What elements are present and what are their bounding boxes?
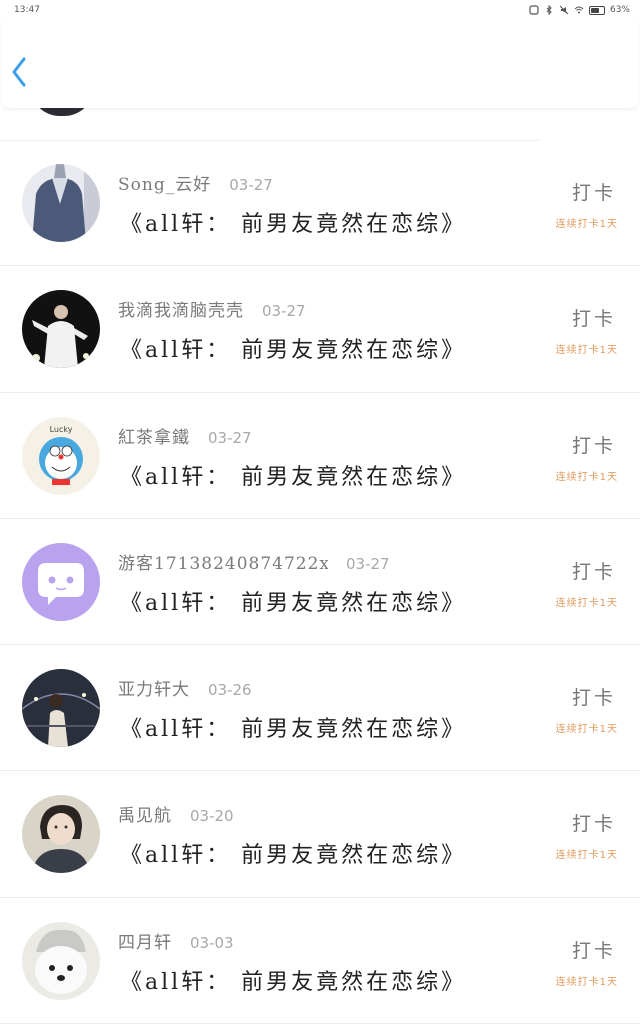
date: 03-20: [190, 807, 234, 826]
chevron-left-icon: [12, 57, 26, 87]
avatar[interactable]: [22, 795, 100, 874]
back-button[interactable]: [6, 52, 32, 92]
item-meta: Song_云好 03-27: [118, 170, 273, 195]
streak-label: 连续打卡1天: [555, 976, 618, 988]
username[interactable]: 游客17138240874722x…: [118, 549, 328, 574]
wifi-icon: [574, 6, 584, 14]
status-bar: 13:47 63%: [0, 0, 640, 20]
book-title[interactable]: 《all轩： 前男友竟然在恋综》: [120, 332, 466, 364]
streak-label: 连续打卡1天: [555, 219, 618, 230]
avatar[interactable]: [22, 542, 100, 621]
item-meta: 禹见航 03-20: [118, 801, 234, 826]
battery-percent: 63%: [609, 5, 630, 15]
list-item[interactable]: 游客17138240874722x… 03-27 《all轩： 前男友竟然在恋综…: [0, 519, 640, 646]
streak-label: 连续打卡1天: [555, 471, 618, 483]
mute-icon: [559, 5, 569, 15]
item-meta: 紅茶拿鐵 03-27: [118, 423, 252, 448]
top-nav-bar: [2, 20, 638, 108]
checkin-button[interactable]: 打卡: [572, 304, 616, 331]
username[interactable]: 亚力轩大: [118, 675, 190, 700]
book-title[interactable]: 《all轩： 前男友竟然在恋综》: [120, 585, 466, 617]
checkin-button[interactable]: 打卡: [572, 936, 616, 963]
checkin-button[interactable]: 打卡: [572, 809, 616, 836]
streak-label: 连续打卡1天: [555, 345, 618, 357]
streak-label: 连续打卡1天: [555, 597, 618, 609]
bluetooth-icon: [546, 5, 552, 15]
list-item[interactable]: Lucky 紅茶拿鐵 03-27 《all轩： 前男友竟然在恋综》 打卡 连续打…: [0, 393, 640, 519]
streak-label: 连续打卡1天: [555, 724, 618, 736]
avatar[interactable]: [22, 921, 100, 1000]
list-item[interactable]: Song_云好 03-27 《all轩： 前男友竟然在恋综》 打卡 连续打卡1天: [0, 140, 640, 267]
checkin-button[interactable]: 打卡: [572, 683, 616, 710]
date: 03-27: [346, 554, 390, 573]
avatar-text: Lucky: [50, 425, 73, 434]
item-meta: 游客17138240874722x… 03-27: [118, 549, 390, 574]
item-meta: 我滴我滴脑壳壳 03-27: [118, 296, 306, 321]
list-item[interactable]: 禹见航 03-20 《all轩： 前男友竟然在恋综》 打卡 连续打卡1天: [0, 771, 640, 898]
date: 03-26: [208, 681, 252, 700]
book-title[interactable]: 《all轩： 前男友竟然在恋综》: [120, 837, 466, 869]
date: 03-27: [229, 176, 273, 194]
nfc-icon: [529, 5, 539, 15]
username[interactable]: 我滴我滴脑壳壳: [118, 296, 244, 321]
book-title[interactable]: 《all轩： 前男友竟然在恋综》: [120, 206, 466, 238]
battery-icon: [588, 5, 605, 15]
username[interactable]: Song_云好: [118, 170, 211, 195]
book-title[interactable]: 《all轩： 前男友竟然在恋综》: [120, 711, 466, 743]
avatar[interactable]: Lucky: [22, 416, 100, 495]
status-icons: 63%: [529, 5, 630, 15]
checkin-button[interactable]: 打卡: [572, 431, 616, 458]
book-title[interactable]: 《all轩： 前男友竟然在恋综》: [120, 459, 466, 491]
username[interactable]: 四月轩: [118, 928, 172, 953]
avatar[interactable]: [22, 164, 100, 242]
date: 03-27: [208, 428, 252, 447]
status-time: 13:47: [14, 5, 40, 15]
list-item[interactable]: 四月轩 03-03 《all轩： 前男友竟然在恋综》 打卡 连续打卡1天: [0, 898, 640, 1024]
book-title[interactable]: 《all轩： 前男友竟然在恋综》: [120, 964, 466, 996]
checkin-button[interactable]: 打卡: [572, 178, 616, 205]
checkin-button[interactable]: 打卡: [572, 557, 616, 584]
avatar[interactable]: [22, 290, 100, 369]
item-meta: 亚力轩大 03-26: [118, 675, 252, 700]
list-item[interactable]: 我滴我滴脑壳壳 03-27 《all轩： 前男友竟然在恋综》 打卡 连续打卡1天: [0, 266, 640, 393]
username[interactable]: 紅茶拿鐵: [118, 423, 190, 448]
checkin-list: Song_云好 03-27 《all轩： 前男友竟然在恋综》 打卡 连续打卡1天…: [0, 140, 640, 1024]
date: 03-03: [190, 933, 234, 952]
date: 03-27: [262, 302, 306, 321]
item-meta: 四月轩 03-03: [118, 928, 234, 953]
streak-label: 连续打卡1天: [555, 850, 618, 862]
list-item[interactable]: 亚力轩大 03-26 《all轩： 前男友竟然在恋综》 打卡 连续打卡1天: [0, 645, 640, 772]
avatar[interactable]: [22, 669, 100, 748]
username[interactable]: 禹见航: [118, 801, 172, 826]
